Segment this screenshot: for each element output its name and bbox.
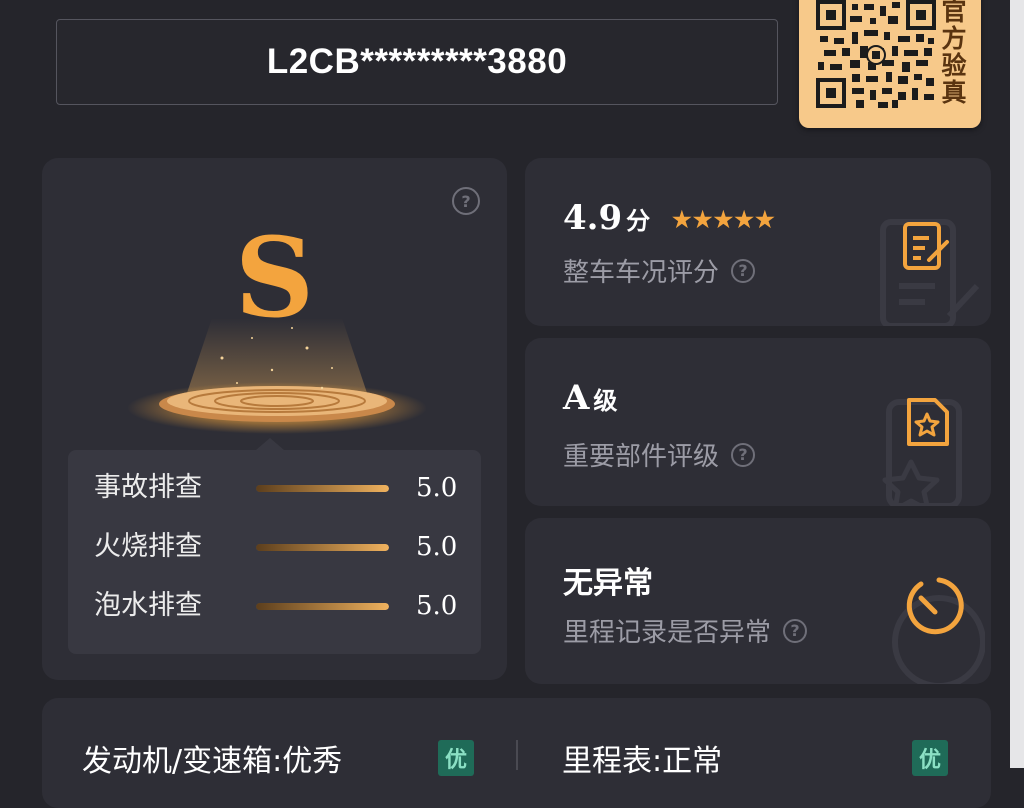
key-parts-grade-card[interactable]: A级 重要部件评级 ? <box>525 338 991 506</box>
rating-stars: ★ ★ ★ ★ ★ <box>672 209 775 231</box>
score-row: 泡水排查 5.0 <box>68 586 481 626</box>
score-row: 事故排查 5.0 <box>68 468 481 508</box>
vin-display: L2CB*********3880 <box>56 19 778 105</box>
qr-label-char: 方 <box>941 24 967 53</box>
excellent-badge: 优 <box>912 740 948 776</box>
score-label: 事故排查 <box>94 472 202 503</box>
condition-subtitle: 整车车况评分 ? <box>563 252 756 289</box>
qr-code-icon <box>816 0 936 110</box>
mileage-record-card[interactable]: 无异常 里程记录是否异常 ? <box>525 518 991 684</box>
inspection-score-panel: 事故排查 5.0 火烧排查 5.0 泡水排查 5.0 <box>68 438 481 654</box>
window-edge <box>1010 0 1024 768</box>
score-bar <box>256 544 389 551</box>
question-circle-icon[interactable]: ? <box>731 258 756 283</box>
divider <box>516 740 518 770</box>
mileage-subtitle: 里程记录是否异常 ? <box>563 612 808 649</box>
document-edit-icon <box>880 219 980 326</box>
star-icon: ★ <box>713 207 734 233</box>
qr-label-char: 官 <box>941 0 967 26</box>
score-row: 火烧排查 5.0 <box>68 527 481 567</box>
overall-grade-card: ? S 事故排查 5.0 火烧排查 5.0 泡水排查 5.0 <box>42 158 507 680</box>
parts-grade-unit: 级 <box>593 387 618 415</box>
score-bar-fill <box>256 485 389 492</box>
gauge-timer-icon <box>892 577 985 684</box>
official-verify-qr-badge[interactable]: 官 方 验 真 <box>799 0 981 128</box>
vehicle-condition-rating-card[interactable]: 4.9 分 ★ ★ ★ ★ ★ 整车车况评分 ? <box>525 158 991 326</box>
parts-subtitle: 重要部件评级 ? <box>563 436 756 473</box>
condition-score-value: 4.9 <box>563 198 623 238</box>
score-value: 5.0 <box>416 532 458 562</box>
mileage-subtitle-text: 里程记录是否异常 <box>563 618 772 648</box>
parts-grade-value: A <box>563 378 590 418</box>
score-label: 泡水排查 <box>94 590 202 621</box>
condition-subtitle-text: 整车车况评分 <box>563 258 720 288</box>
mileage-status: 无异常 <box>563 566 653 601</box>
qr-label-char: 真 <box>941 78 967 107</box>
document-star-icon <box>882 398 962 506</box>
parts-grade: A级 <box>563 378 617 418</box>
score-value: 5.0 <box>416 473 458 503</box>
question-circle-icon[interactable]: ? <box>731 442 756 467</box>
star-icon: ★ <box>672 207 692 233</box>
condition-score-unit: 分 <box>626 207 651 235</box>
glowing-podium-illustration <box>127 318 427 434</box>
question-circle-icon[interactable]: ? <box>783 618 808 643</box>
score-bar <box>256 485 389 492</box>
excellent-badge: 优 <box>438 740 474 776</box>
vin-text: L2CB*********3880 <box>266 42 568 81</box>
components-summary-card: 发动机/变速箱:优秀 优 里程表:正常 优 <box>42 698 991 808</box>
engine-transmission-status: 发动机/变速箱:优秀 <box>82 744 343 779</box>
odometer-status: 里程表:正常 <box>562 744 723 779</box>
parts-subtitle-text: 重要部件评级 <box>563 442 720 472</box>
qr-label-char: 验 <box>941 51 967 80</box>
official-verify-label: 官 方 验 真 <box>939 0 969 106</box>
star-icon: ★ <box>734 207 754 233</box>
score-value: 5.0 <box>416 591 458 621</box>
star-icon: ★ <box>754 207 775 233</box>
condition-score: 4.9 分 ★ ★ ★ ★ ★ <box>563 198 775 238</box>
score-label: 火烧排查 <box>94 531 202 562</box>
score-bar-fill <box>256 603 389 610</box>
score-bar <box>256 603 389 610</box>
score-bar-fill <box>256 544 389 551</box>
question-circle-icon[interactable]: ? <box>452 187 480 215</box>
star-icon: ★ <box>692 207 713 233</box>
